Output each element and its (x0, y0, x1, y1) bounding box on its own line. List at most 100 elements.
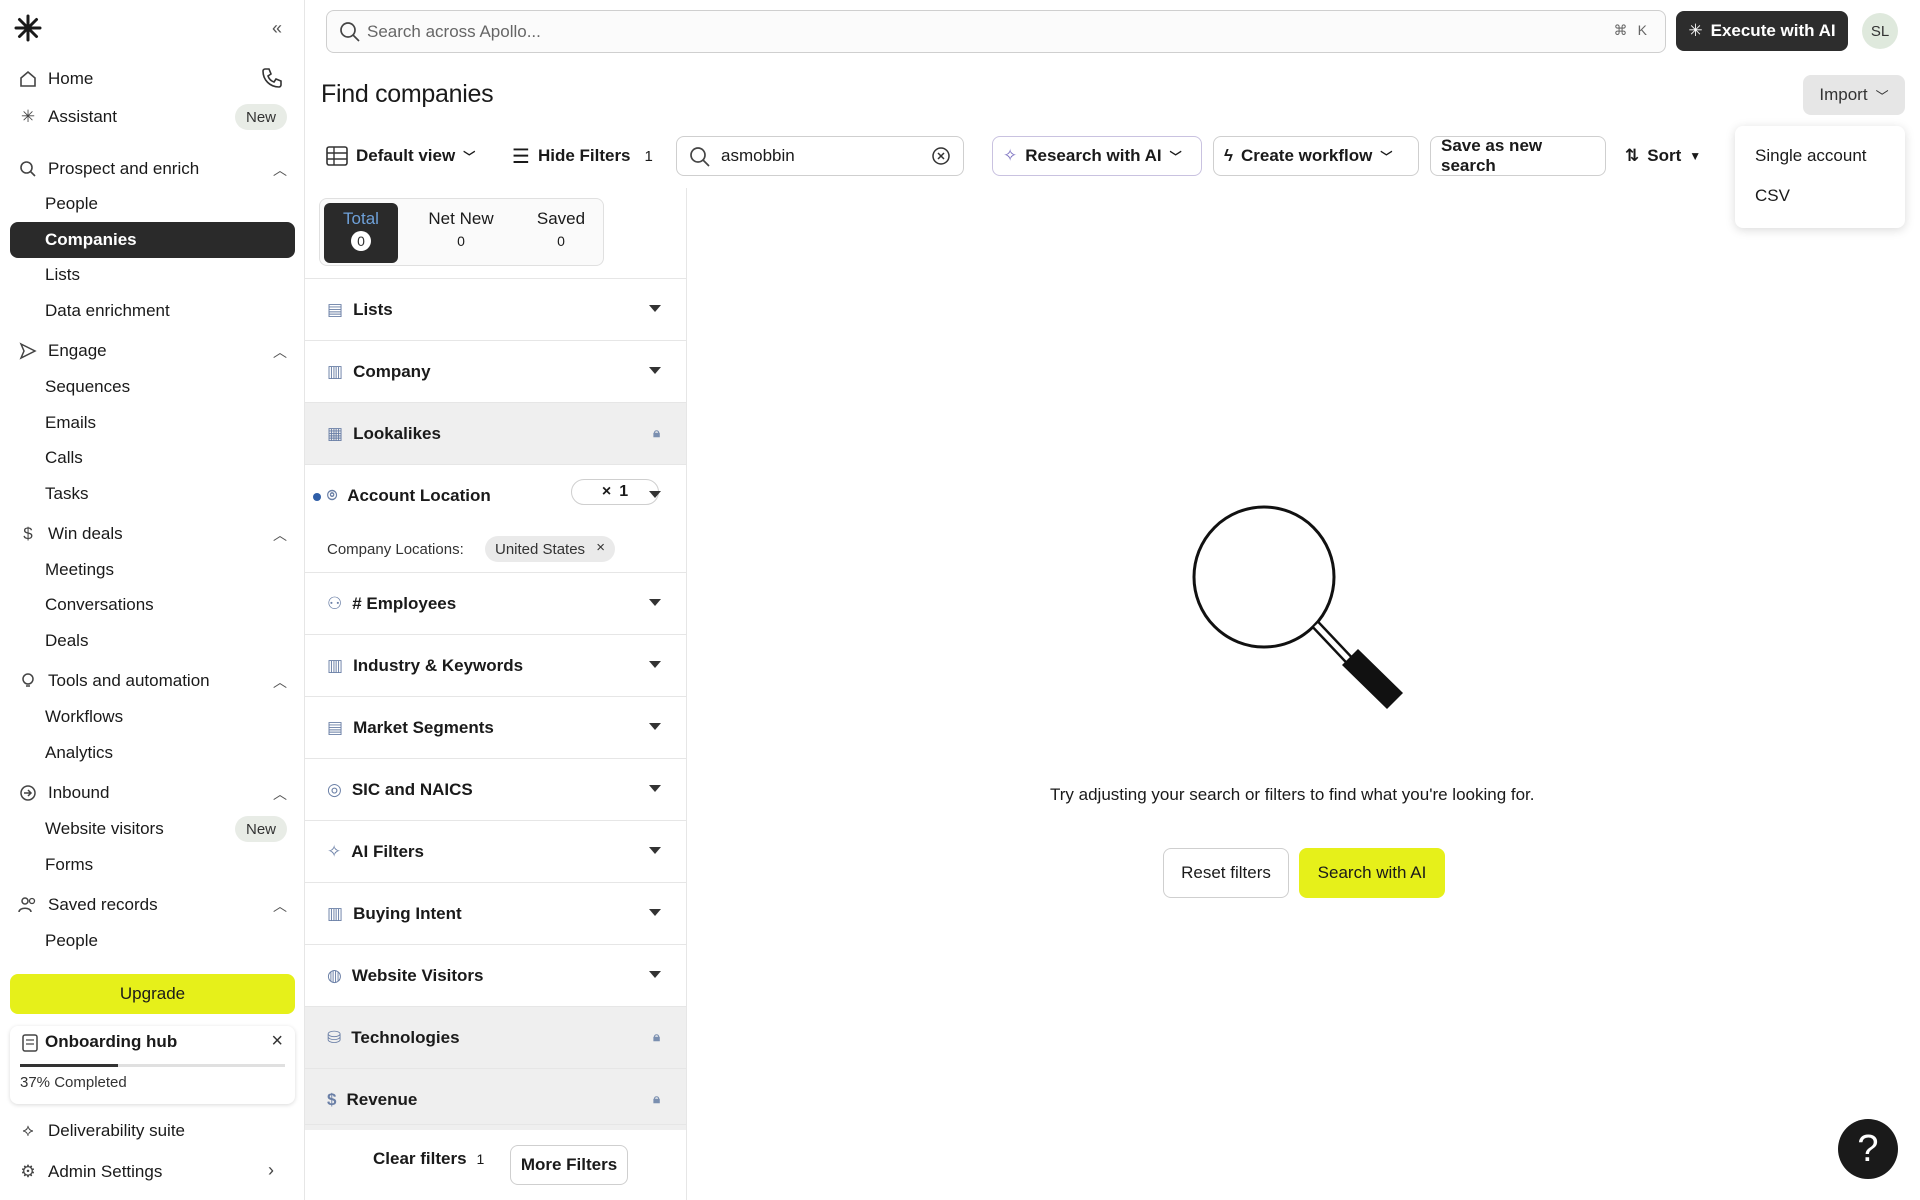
filter-revenue-label: Revenue (346, 1089, 418, 1109)
nav-tasks[interactable]: Tasks (45, 479, 88, 509)
location-chip[interactable]: United States × (485, 536, 616, 562)
tab-saved[interactable]: Saved 0 (524, 203, 598, 263)
clear-search-icon[interactable] (931, 146, 951, 166)
filter-icon: ☰ (512, 145, 530, 168)
apollo-logo-icon[interactable] (14, 14, 42, 42)
lookalike-icon: ▦ (327, 423, 344, 443)
filter-website-visitors[interactable]: ◍ Website Visitors (305, 944, 686, 1006)
filter-market-segments[interactable]: ▤ Market Segments (305, 696, 686, 758)
users-icon: ⚇ (327, 593, 343, 613)
nav-prospect[interactable]: Prospect and enrich (18, 154, 199, 184)
filter-sic-naics[interactable]: ◎ SIC and NAICS (305, 758, 686, 820)
nav-sequences[interactable]: Sequences (45, 372, 130, 402)
save-search-button[interactable]: Save as new search (1430, 136, 1606, 176)
chevron-up-icon[interactable]: ︿ (273, 672, 287, 692)
nav-calls[interactable]: Calls (45, 443, 83, 473)
close-icon[interactable]: × (271, 1030, 283, 1053)
filter-industry-label: Industry & Keywords (353, 655, 524, 675)
filter-company[interactable]: ▥ Company (305, 340, 686, 402)
remove-chip-icon[interactable]: × (596, 539, 605, 556)
chevron-up-icon[interactable]: ︿ (273, 784, 287, 804)
caret-down-icon: ▼ (1689, 149, 1702, 163)
filter-buying-intent[interactable]: ▥ Buying Intent (305, 882, 686, 944)
help-button[interactable]: ? (1838, 1119, 1898, 1179)
nav-home[interactable]: Home (18, 64, 93, 94)
nav-saved-records[interactable]: Saved records (18, 890, 158, 920)
clear-filters-button[interactable]: Clear filters 1 (373, 1149, 484, 1169)
execute-with-ai-button[interactable]: ✳ Execute with AI (1676, 11, 1848, 51)
nav-forms[interactable]: Forms (45, 850, 93, 880)
tab-net-new-label: Net New (428, 209, 494, 228)
collapse-sidebar-icon[interactable]: « (272, 18, 282, 39)
nav-workflows[interactable]: Workflows (45, 702, 123, 732)
hide-filters-button[interactable]: ☰ Hide Filters 1 (512, 136, 653, 176)
import-option-single-account[interactable]: Single account (1755, 146, 1867, 166)
phone-icon[interactable] (260, 66, 284, 90)
nav-prospect-label: Prospect and enrich (48, 159, 200, 178)
chevron-right-icon[interactable]: › (268, 1160, 274, 1181)
sort-button[interactable]: ⇅ Sort ▼ (1625, 136, 1701, 176)
import-option-csv[interactable]: CSV (1755, 186, 1790, 206)
filter-company-label: Company (353, 361, 431, 381)
company-search-input[interactable]: asmobbin (676, 136, 964, 176)
nav-assistant[interactable]: ✳ Assistant (18, 102, 117, 132)
nav-deliverability[interactable]: ⟡ Deliverability suite (18, 1116, 185, 1146)
filter-panel: Total 0 Net New 0 Saved 0 ▤ Lists ▥ Comp… (305, 188, 687, 1200)
active-filter-dot (313, 493, 321, 501)
research-with-ai-button[interactable]: ✧ Research with AI ﹀ (992, 136, 1202, 176)
more-filters-button[interactable]: More Filters (510, 1145, 628, 1185)
nav-website-visitors[interactable]: Website visitors (45, 814, 164, 844)
lock-icon: 🔒︎ (653, 1029, 660, 1044)
location-count-tag[interactable]: × 1 (571, 479, 659, 505)
nav-analytics[interactable]: Analytics (45, 738, 113, 768)
filter-employees[interactable]: ⚇ # Employees (305, 572, 686, 634)
chevron-up-icon[interactable]: ︿ (273, 525, 287, 545)
tab-total[interactable]: Total 0 (324, 203, 398, 263)
nav-lists[interactable]: Lists (45, 260, 80, 290)
tab-net-new[interactable]: Net New 0 (424, 203, 498, 263)
filter-ai-filters[interactable]: ✧ AI Filters (305, 820, 686, 882)
global-search-input[interactable]: Search across Apollo... ⌘ K (326, 10, 1666, 53)
nav-conversations[interactable]: Conversations (45, 590, 154, 620)
company-locations-row: Company Locations: United States × (305, 526, 686, 572)
nav-data-enrichment[interactable]: Data enrichment (45, 296, 170, 326)
filter-account-location[interactable]: ⌾ Account Location × 1 (305, 464, 686, 526)
nav-admin[interactable]: ⚙ Admin Settings (18, 1157, 162, 1187)
nav-people[interactable]: People (45, 189, 98, 219)
nav-win-deals[interactable]: $ Win deals (18, 519, 122, 549)
nodes-icon: ⟡ (22, 1121, 34, 1140)
nav-engage[interactable]: Engage (18, 336, 107, 366)
filter-technologies[interactable]: ⛁ Technologies 🔒︎ (305, 1006, 686, 1068)
search-icon (18, 159, 38, 179)
k-key: K (1637, 22, 1647, 38)
filter-revenue[interactable]: $ Revenue 🔒︎ (305, 1068, 686, 1130)
import-button[interactable]: Import ﹀ (1803, 75, 1905, 115)
filter-industry[interactable]: ▥ Industry & Keywords (305, 634, 686, 696)
nav-meetings[interactable]: Meetings (45, 555, 114, 585)
execute-label: Execute with AI (1710, 21, 1836, 40)
nav-companies[interactable]: Companies (10, 222, 295, 258)
create-workflow-button[interactable]: ϟ Create workflow ﹀ (1213, 136, 1419, 176)
nav-engage-label: Engage (48, 341, 107, 360)
search-with-ai-button[interactable]: Search with AI (1299, 848, 1445, 898)
search-icon (690, 147, 710, 167)
nav-saved-people[interactable]: People (45, 926, 98, 956)
filter-lookalikes[interactable]: ▦ Lookalikes 🔒︎ (305, 402, 686, 464)
tab-total-count: 0 (351, 231, 371, 251)
chevron-up-icon[interactable]: ︿ (273, 896, 287, 916)
filter-lists[interactable]: ▤ Lists (305, 278, 686, 340)
document-icon (22, 1034, 38, 1057)
nav-emails[interactable]: Emails (45, 408, 96, 438)
onboarding-card[interactable]: Onboarding hub × 37% Completed (10, 1026, 295, 1104)
filter-technologies-label: Technologies (351, 1027, 460, 1047)
chevron-up-icon[interactable]: ︿ (273, 342, 287, 362)
gear-icon: ⚙ (20, 1162, 36, 1181)
default-view-button[interactable]: Default view ﹀ (326, 136, 475, 176)
nav-tools[interactable]: Tools and automation (18, 666, 210, 696)
nav-inbound[interactable]: Inbound (18, 778, 109, 808)
upgrade-button[interactable]: Upgrade (10, 974, 295, 1014)
reset-filters-button[interactable]: Reset filters (1163, 848, 1289, 898)
chevron-up-icon[interactable]: ︿ (273, 160, 287, 180)
avatar[interactable]: SL (1862, 13, 1898, 49)
nav-deals[interactable]: Deals (45, 626, 88, 656)
